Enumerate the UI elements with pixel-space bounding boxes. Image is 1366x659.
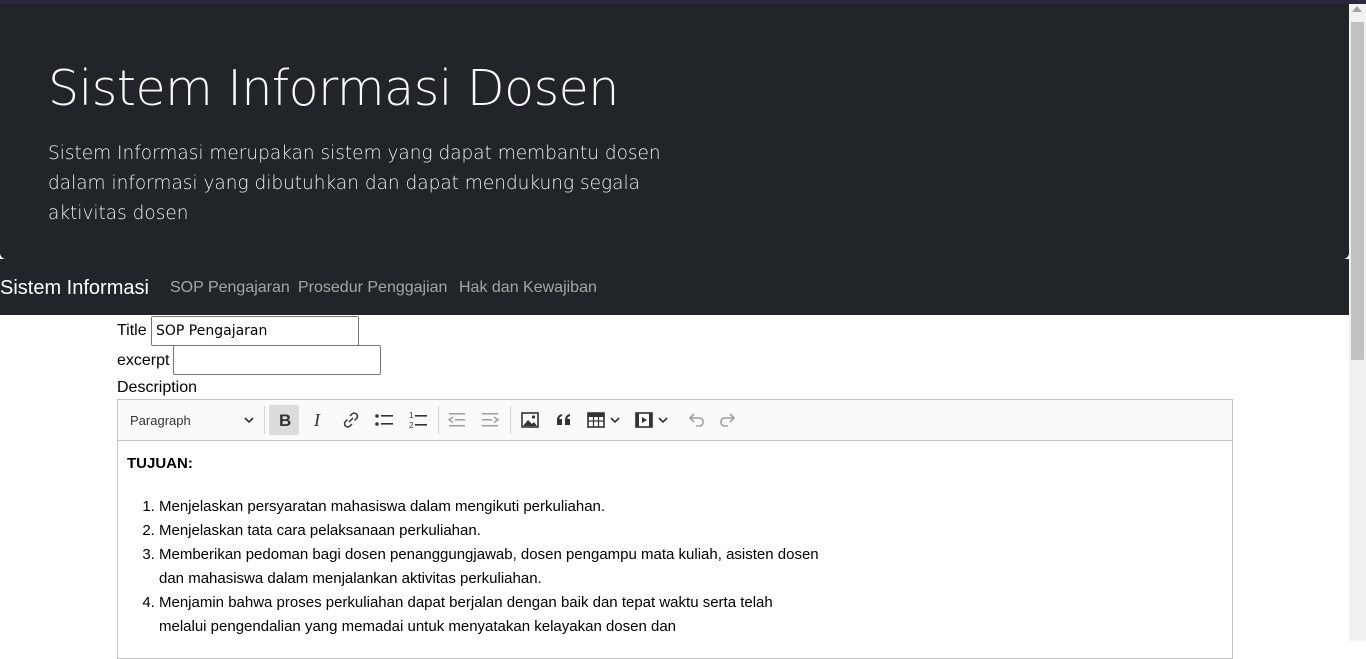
bold-button[interactable]: B bbox=[269, 405, 299, 435]
bulleted-list-icon bbox=[375, 414, 393, 426]
redo-icon bbox=[720, 413, 736, 427]
hero-banner: Sistem Informasi Dosen Sistem Informasi … bbox=[0, 4, 1349, 259]
chevron-down-icon bbox=[244, 417, 254, 424]
svg-text:1: 1 bbox=[409, 411, 414, 420]
hero-lead: Sistem Informasi merupakan sistem yang d… bbox=[48, 143, 661, 224]
list-item: Menjelaskan persyaratan mahasiswa dalam … bbox=[159, 495, 819, 519]
toolbar-separator bbox=[264, 406, 265, 434]
insert-table-button[interactable] bbox=[583, 405, 623, 435]
title-label: Title bbox=[117, 322, 147, 339]
title-input[interactable] bbox=[151, 316, 359, 346]
nav-link-prosedur-penggajian[interactable]: Prosedur Penggajian bbox=[298, 279, 447, 297]
editor-content[interactable]: TUJUAN: Menjelaskan persyaratan mahasisw… bbox=[127, 455, 819, 639]
bold-icon: B bbox=[279, 411, 291, 430]
bulleted-list-button[interactable] bbox=[369, 405, 399, 435]
toolbar-separator bbox=[510, 406, 511, 434]
nav-link-hak-dan-kewajiban[interactable]: Hak dan Kewajiban bbox=[459, 279, 597, 297]
svg-text:2: 2 bbox=[409, 421, 414, 430]
insert-image-button[interactable] bbox=[515, 405, 545, 435]
description-label: Description bbox=[117, 379, 198, 396]
numbered-list-icon: 12 bbox=[409, 411, 427, 430]
page-title: Sistem Informasi Dosen bbox=[48, 60, 619, 117]
chevron-down-icon bbox=[657, 417, 668, 424]
toolbar-separator bbox=[438, 406, 439, 434]
table-icon bbox=[586, 412, 605, 428]
rich-text-editor[interactable]: Paragraph B I 12 TUJUAN: 1. Menjelaskan … bbox=[117, 399, 1233, 659]
excerpt-input[interactable] bbox=[173, 345, 381, 375]
list-item: Memberikan pedoman bagi dosen penanggung… bbox=[159, 543, 819, 591]
image-icon bbox=[521, 412, 539, 428]
blockquote-icon bbox=[557, 414, 570, 425]
link-button[interactable] bbox=[336, 405, 366, 435]
insert-media-button[interactable] bbox=[631, 405, 671, 435]
scrollbar-thumb[interactable] bbox=[1351, 22, 1364, 360]
indent-icon bbox=[482, 413, 500, 427]
svg-text:I: I bbox=[313, 410, 321, 430]
editor-toolbar: Paragraph B I 12 bbox=[118, 400, 1232, 441]
nav-link-sop-pengajaran[interactable]: SOP Pengajaran bbox=[170, 279, 290, 297]
svg-text:B: B bbox=[279, 411, 291, 430]
excerpt-label: excerpt bbox=[117, 352, 170, 369]
navbar-brand[interactable]: Sistem Informasi bbox=[0, 277, 149, 300]
redo-button[interactable] bbox=[713, 405, 743, 435]
heading-dropdown[interactable]: Paragraph bbox=[123, 405, 256, 435]
list-item: Menjamin bahwa proses perkuliahan dapat … bbox=[159, 591, 819, 639]
blockquote-button[interactable] bbox=[549, 405, 579, 435]
outdent-icon bbox=[447, 413, 465, 427]
list-item: Menjelaskan tata cara pelaksanaan perkul… bbox=[159, 519, 819, 543]
heading-dropdown-value: Paragraph bbox=[130, 413, 191, 428]
italic-button[interactable]: I bbox=[303, 405, 333, 435]
content-list: Menjelaskan persyaratan mahasiswa dalam … bbox=[127, 495, 819, 639]
scroll-up-arrow-icon[interactable] bbox=[1352, 6, 1362, 12]
outdent-button[interactable] bbox=[442, 405, 472, 435]
media-icon bbox=[634, 412, 653, 428]
italic-icon: I bbox=[313, 410, 321, 430]
undo-icon bbox=[688, 413, 704, 427]
link-icon bbox=[343, 412, 359, 428]
undo-button[interactable] bbox=[681, 405, 711, 435]
navbar: Sistem Informasi SOP Pengajaran Prosedur… bbox=[0, 259, 1349, 315]
indent-button[interactable] bbox=[475, 405, 505, 435]
numbered-list-button[interactable]: 12 bbox=[403, 405, 433, 435]
content-heading: TUJUAN: bbox=[127, 455, 193, 472]
chevron-down-icon bbox=[609, 417, 620, 424]
